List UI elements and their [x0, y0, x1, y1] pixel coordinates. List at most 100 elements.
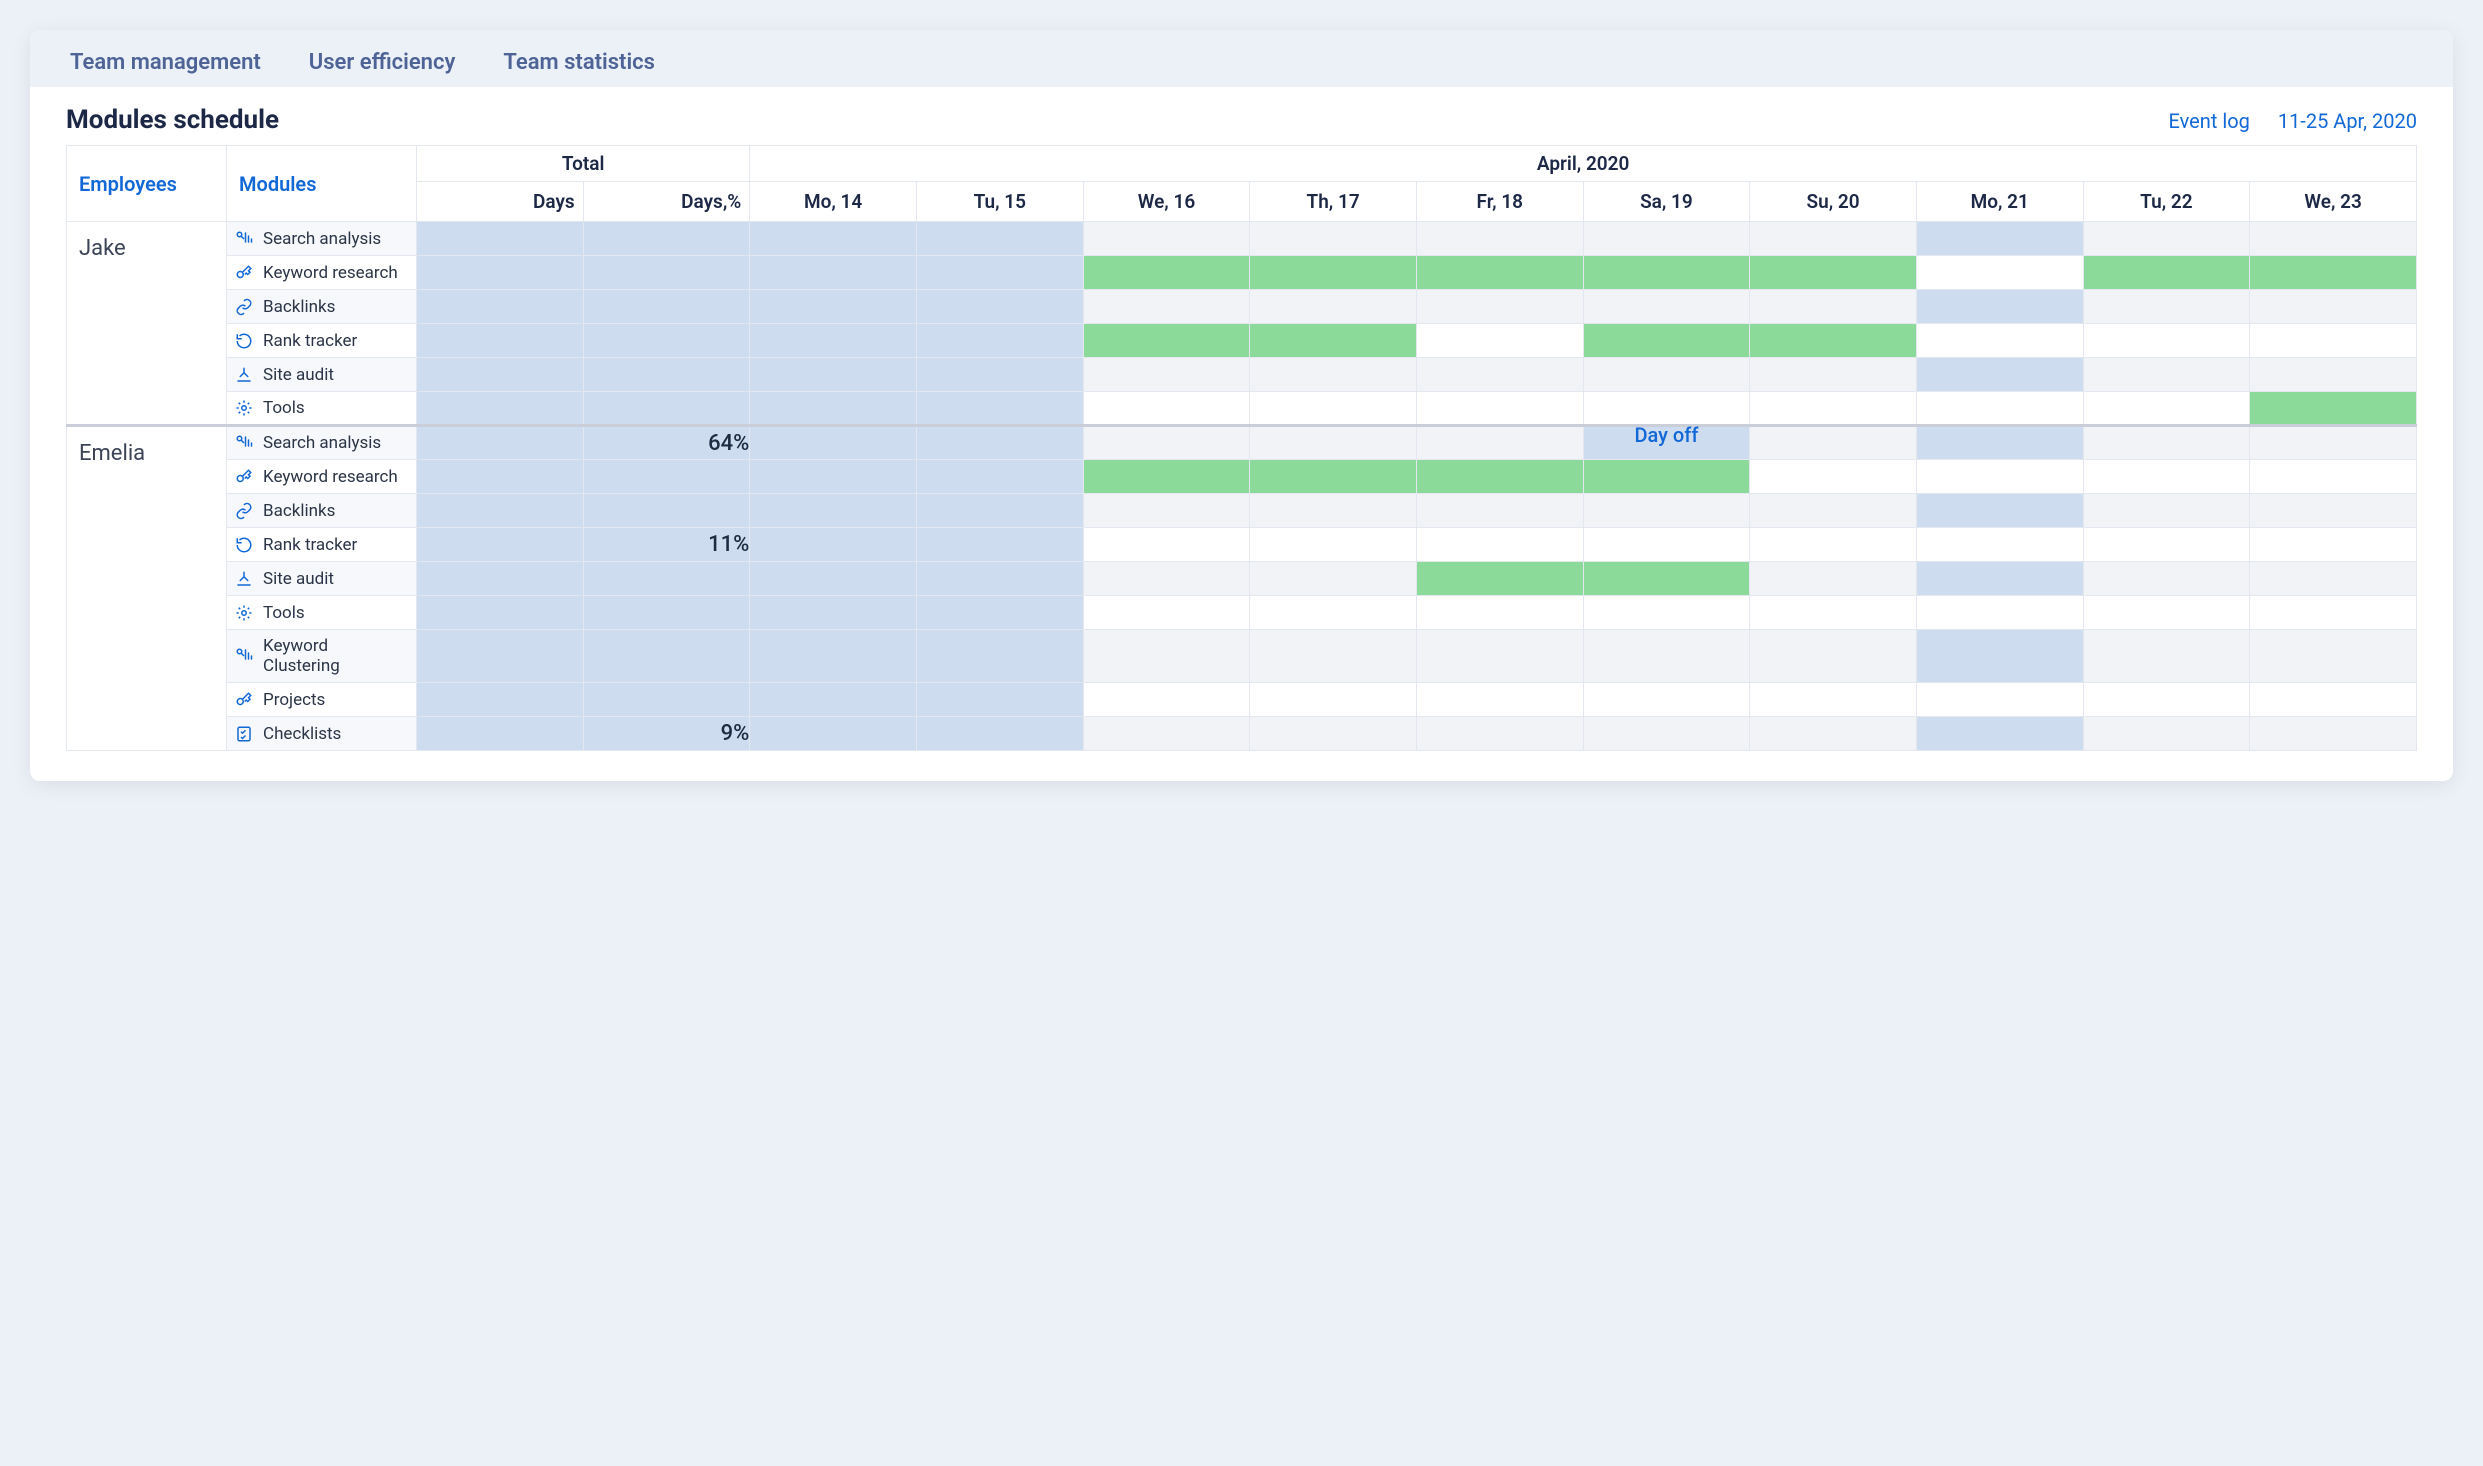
schedule-cell[interactable]: 11%: [583, 528, 750, 562]
schedule-cell[interactable]: [1250, 562, 1417, 596]
schedule-cell[interactable]: [750, 717, 917, 751]
schedule-cell[interactable]: [1250, 717, 1417, 751]
schedule-cell[interactable]: [2250, 494, 2417, 528]
schedule-cell[interactable]: Day off: [1583, 426, 1750, 460]
schedule-cell[interactable]: [2083, 256, 2250, 290]
schedule-cell[interactable]: [916, 683, 1083, 717]
schedule-cell[interactable]: [916, 596, 1083, 630]
schedule-cell[interactable]: [1250, 494, 1417, 528]
module-cell[interactable]: Keyword Clustering: [227, 630, 417, 683]
schedule-cell[interactable]: [2250, 392, 2417, 426]
schedule-cell[interactable]: [1250, 683, 1417, 717]
schedule-cell[interactable]: [1416, 717, 1583, 751]
schedule-cell[interactable]: [1416, 683, 1583, 717]
schedule-cell[interactable]: [417, 290, 584, 324]
schedule-cell[interactable]: [2250, 290, 2417, 324]
schedule-cell[interactable]: [1916, 256, 2083, 290]
schedule-cell[interactable]: [916, 324, 1083, 358]
schedule-cell[interactable]: [2250, 683, 2417, 717]
schedule-cell[interactable]: [2083, 562, 2250, 596]
schedule-cell[interactable]: [2250, 528, 2417, 562]
schedule-cell[interactable]: 9%: [583, 717, 750, 751]
schedule-cell[interactable]: [1750, 596, 1917, 630]
schedule-cell[interactable]: [1750, 460, 1917, 494]
schedule-cell[interactable]: [1750, 358, 1917, 392]
schedule-cell[interactable]: [750, 222, 917, 256]
schedule-cell[interactable]: [2083, 392, 2250, 426]
schedule-cell[interactable]: [1250, 630, 1417, 683]
module-cell[interactable]: Site audit: [227, 358, 417, 392]
schedule-cell[interactable]: [583, 392, 750, 426]
schedule-cell[interactable]: [1583, 683, 1750, 717]
schedule-cell[interactable]: [916, 494, 1083, 528]
schedule-cell[interactable]: [583, 494, 750, 528]
schedule-cell[interactable]: [750, 358, 917, 392]
schedule-cell[interactable]: [1416, 256, 1583, 290]
module-cell[interactable]: Backlinks: [227, 290, 417, 324]
schedule-cell[interactable]: [417, 222, 584, 256]
schedule-cell[interactable]: [2250, 256, 2417, 290]
schedule-cell[interactable]: [916, 256, 1083, 290]
schedule-cell[interactable]: [916, 460, 1083, 494]
schedule-cell[interactable]: [1916, 494, 2083, 528]
schedule-cell[interactable]: [417, 562, 584, 596]
tab-team-management[interactable]: Team management: [70, 50, 261, 75]
schedule-cell[interactable]: [1250, 528, 1417, 562]
schedule-cell[interactable]: [1416, 528, 1583, 562]
schedule-cell[interactable]: [1083, 222, 1250, 256]
tab-user-efficiency[interactable]: User efficiency: [309, 50, 456, 75]
schedule-cell[interactable]: [1083, 426, 1250, 460]
schedule-cell[interactable]: [1250, 426, 1417, 460]
schedule-cell[interactable]: [1750, 256, 1917, 290]
schedule-cell[interactable]: [1250, 324, 1417, 358]
module-cell[interactable]: Keyword research: [227, 460, 417, 494]
schedule-cell[interactable]: [2083, 358, 2250, 392]
schedule-cell[interactable]: [1083, 596, 1250, 630]
schedule-cell[interactable]: [750, 392, 917, 426]
module-cell[interactable]: Keyword research: [227, 256, 417, 290]
schedule-cell[interactable]: [1916, 562, 2083, 596]
schedule-cell[interactable]: [1916, 460, 2083, 494]
schedule-cell[interactable]: [583, 222, 750, 256]
schedule-cell[interactable]: [1583, 630, 1750, 683]
schedule-cell[interactable]: [2083, 528, 2250, 562]
schedule-cell[interactable]: [2083, 290, 2250, 324]
schedule-cell[interactable]: [916, 290, 1083, 324]
schedule-cell[interactable]: [417, 460, 584, 494]
schedule-cell[interactable]: [1083, 630, 1250, 683]
schedule-cell[interactable]: [2250, 324, 2417, 358]
schedule-cell[interactable]: [583, 324, 750, 358]
schedule-cell[interactable]: [1583, 290, 1750, 324]
schedule-cell[interactable]: [1416, 426, 1583, 460]
schedule-cell[interactable]: [750, 256, 917, 290]
schedule-cell[interactable]: [1250, 290, 1417, 324]
schedule-cell[interactable]: [1750, 494, 1917, 528]
schedule-cell[interactable]: [1583, 528, 1750, 562]
schedule-cell[interactable]: [1416, 358, 1583, 392]
schedule-cell[interactable]: [2250, 426, 2417, 460]
schedule-cell[interactable]: [2083, 222, 2250, 256]
schedule-cell[interactable]: [1916, 717, 2083, 751]
module-cell[interactable]: Search analysis: [227, 426, 417, 460]
schedule-cell[interactable]: [2250, 222, 2417, 256]
schedule-cell[interactable]: [2250, 717, 2417, 751]
schedule-cell[interactable]: [417, 256, 584, 290]
employees-header[interactable]: Employees: [67, 162, 226, 206]
schedule-cell[interactable]: [1250, 596, 1417, 630]
schedule-cell[interactable]: [417, 596, 584, 630]
schedule-cell[interactable]: [1416, 562, 1583, 596]
schedule-cell[interactable]: 64%: [583, 426, 750, 460]
schedule-cell[interactable]: [1416, 596, 1583, 630]
schedule-cell[interactable]: [916, 717, 1083, 751]
schedule-cell[interactable]: [750, 290, 917, 324]
date-range-picker[interactable]: 11-25 Apr, 2020: [2278, 109, 2417, 133]
schedule-cell[interactable]: [1750, 717, 1917, 751]
schedule-cell[interactable]: [1083, 717, 1250, 751]
schedule-cell[interactable]: [750, 562, 917, 596]
schedule-cell[interactable]: [2083, 324, 2250, 358]
schedule-cell[interactable]: [583, 290, 750, 324]
schedule-cell[interactable]: [2083, 426, 2250, 460]
schedule-cell[interactable]: [1916, 358, 2083, 392]
schedule-cell[interactable]: [1916, 683, 2083, 717]
schedule-cell[interactable]: [1583, 494, 1750, 528]
